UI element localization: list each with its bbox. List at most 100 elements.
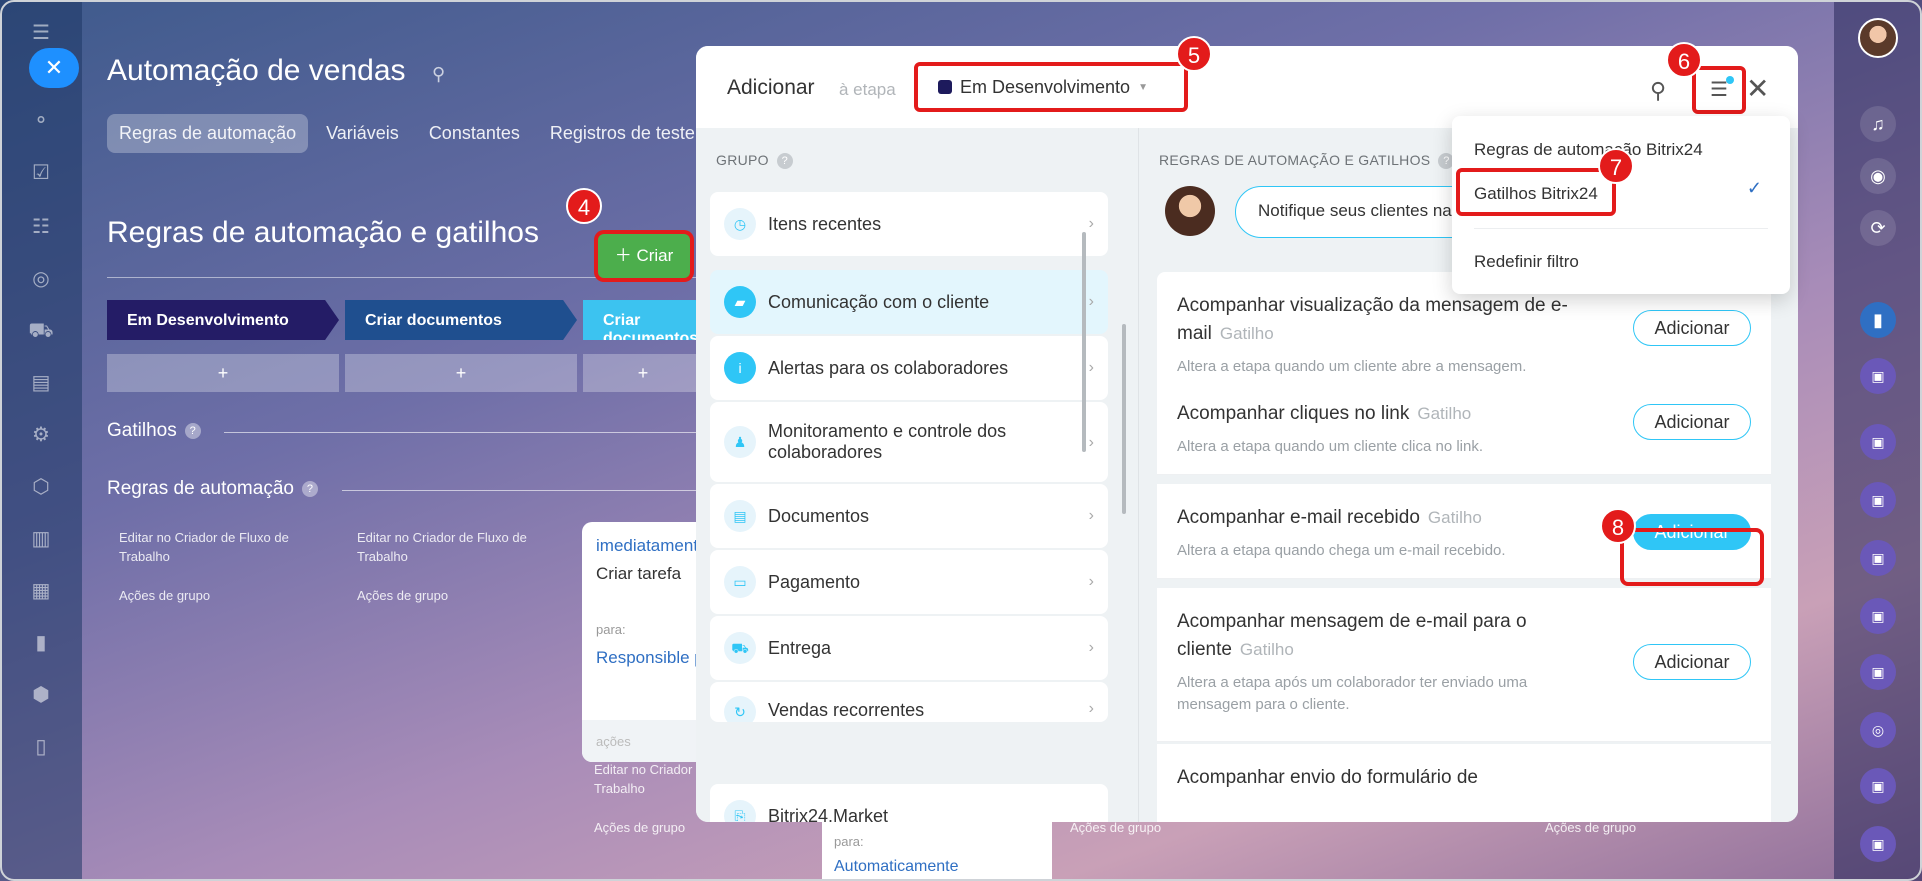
contact-icon[interactable]: ▣: [1860, 358, 1896, 394]
assistant-avatar: [1165, 186, 1215, 236]
stage-create-documents-2[interactable]: Criar documentos: [583, 300, 703, 340]
tab-test-logs[interactable]: Registros de teste: [538, 114, 707, 153]
group-item-recurring[interactable]: ↻ Vendas recorrentes ›: [710, 682, 1108, 722]
group-item-market[interactable]: ⎘ Bitrix24.Market: [710, 784, 1108, 822]
search-icon[interactable]: ⚲: [1650, 78, 1666, 104]
tab-constants[interactable]: Constantes: [417, 114, 532, 153]
card-icon[interactable]: ▤: [28, 370, 54, 396]
crm-icon[interactable]: ☷: [28, 214, 54, 240]
box-icon[interactable]: ⬡: [28, 474, 54, 500]
group-item-label: Documentos: [768, 505, 870, 526]
trigger-description: Altera a etapa quando chega um e-mail re…: [1177, 542, 1506, 559]
group-item-documents[interactable]: ▤ Documentos ›: [710, 484, 1108, 548]
user-avatar[interactable]: [1858, 18, 1898, 58]
chevron-right-icon: ›: [1088, 573, 1094, 590]
group-item-communication[interactable]: ▰ Comunicação com o cliente ›: [710, 270, 1108, 334]
trigger-name: Acompanhar visualização da mensagem de e…: [1177, 292, 1607, 348]
clock-icon: ◷: [724, 208, 756, 240]
trigger-name-text: Acompanhar cliques no link: [1177, 403, 1410, 424]
info-icon: i: [724, 352, 756, 384]
contact-icon[interactable]: ▣: [1860, 598, 1896, 634]
close-icon[interactable]: ✕: [1746, 72, 1769, 105]
chart-icon[interactable]: ▮: [28, 630, 54, 656]
help-icon[interactable]: ?: [301, 480, 318, 497]
group-actions-link[interactable]: Ações de grupo: [357, 586, 448, 605]
sync-contact-icon[interactable]: ◎: [1860, 712, 1896, 748]
step-badge-6: 6: [1666, 42, 1702, 78]
close-slider-button[interactable]: ✕: [29, 48, 79, 88]
scrollbar[interactable]: [1122, 324, 1126, 514]
group-column: GRUPO? ◷ Itens recentes › ▰ Comunicação com…: [696, 128, 1138, 822]
group-item-recent[interactable]: ◷ Itens recentes ›: [710, 192, 1108, 256]
create-button[interactable]: ＋ Criar: [598, 234, 690, 278]
rule-auto-link[interactable]: Automaticamente: [834, 858, 959, 876]
file-icon[interactable]: ▯: [28, 734, 54, 760]
help-icon[interactable]: ?: [776, 153, 793, 170]
group-actions-link[interactable]: Ações de grupo: [594, 818, 685, 837]
tasks-icon[interactable]: ☑: [28, 160, 54, 186]
radar-icon[interactable]: ◉: [1860, 158, 1896, 194]
chevron-right-icon: ›: [1088, 700, 1094, 717]
right-sidebar: ♫ ◉ ⟳ ▮ ▣ ▣ ▣ ▣ ▣ ▣ ◎ ▣ ▣: [1834, 0, 1922, 881]
add-button[interactable]: Adicionar: [1633, 310, 1751, 346]
market-icon: ⎘: [724, 800, 756, 822]
group-item-monitoring[interactable]: ♟ Monitoramento e controle dos colaborado…: [710, 402, 1108, 482]
group-item-label: Pagamento: [768, 571, 861, 592]
building-icon[interactable]: ▥: [28, 526, 54, 552]
stage-in-development[interactable]: Em Desenvolvimento: [107, 300, 339, 340]
trigger-card[interactable]: Acompanhar cliques no link Gatilho Altera…: [1157, 380, 1771, 475]
filter-item-triggers[interactable]: Gatilhos Bitrix24: [1474, 184, 1598, 204]
target-icon[interactable]: ◎: [28, 266, 54, 292]
rule-card[interactable]: para: Automaticamente: [822, 820, 1052, 881]
group-item-payment[interactable]: ▭ Pagamento ›: [710, 550, 1108, 614]
trigger-card[interactable]: Acompanhar mensagem de e-mail para o cli…: [1157, 588, 1771, 742]
page-title: Automação de vendas: [107, 54, 406, 87]
robot-icon[interactable]: ⚙: [28, 422, 54, 448]
pin-icon[interactable]: ⚲: [432, 64, 445, 85]
settings-icon[interactable]: ⬢: [28, 682, 54, 708]
contact-icon[interactable]: ▣: [1860, 424, 1896, 460]
add-trigger-box[interactable]: +: [345, 354, 577, 392]
stage-selector-inner[interactable]: Em Desenvolvimento ▼: [928, 72, 1162, 102]
contact-icon[interactable]: ▣: [1860, 540, 1896, 576]
calendar-icon[interactable]: ▦: [28, 578, 54, 604]
edit-flow-link[interactable]: Editar no Criador de Fluxo de Trabalho: [357, 528, 557, 566]
add-trigger-box[interactable]: +: [107, 354, 339, 392]
rule-timing-link[interactable]: imediatamente: [596, 536, 708, 556]
trigger-kind: Gatilho: [1417, 404, 1472, 423]
contact-icon[interactable]: ▣: [1860, 768, 1896, 804]
group-item-delivery[interactable]: ⛟ Entrega ›: [710, 616, 1108, 680]
stage-create-documents[interactable]: Criar documentos: [345, 300, 577, 340]
filter-button[interactable]: ☰: [1692, 66, 1746, 114]
highlight-frame: [1620, 528, 1764, 586]
bookmark-icon[interactable]: ▮: [1860, 302, 1896, 338]
chevron-right-icon: ›: [1088, 639, 1094, 656]
help-icon[interactable]: ?: [184, 422, 201, 439]
group-item-alerts[interactable]: i Alertas para os colaboradores ›: [710, 336, 1108, 400]
group-item-label: Monitoramento e controle dos colaborador…: [768, 421, 1007, 462]
filter-item-rules[interactable]: Regras de automação Bitrix24: [1474, 140, 1703, 160]
trigger-kind: Gatilho: [1219, 324, 1274, 343]
bell-icon[interactable]: ♫: [1860, 106, 1896, 142]
connections-icon[interactable]: ⚬: [28, 108, 54, 134]
tab-variables[interactable]: Variáveis: [314, 114, 411, 153]
group-actions-link[interactable]: Ações de grupo: [119, 586, 210, 605]
stage-selector[interactable]: Em Desenvolvimento ▼: [914, 62, 1188, 112]
filter-item-reset[interactable]: Redefinir filtro: [1474, 252, 1579, 272]
divider: [342, 490, 704, 491]
tab-automation-rules[interactable]: Regras de automação: [107, 114, 309, 153]
edit-flow-link[interactable]: Editar no Criador de Fluxo de Trabalho: [119, 528, 319, 566]
menu-icon[interactable]: ☰: [28, 20, 54, 46]
cart-icon[interactable]: ⛟: [28, 318, 54, 344]
contact-icon[interactable]: ▣: [1860, 482, 1896, 518]
trigger-card[interactable]: Acompanhar envio do formulário de: [1157, 744, 1771, 822]
contact-icon[interactable]: ▣: [1860, 826, 1896, 862]
scrollbar[interactable]: [1082, 232, 1086, 452]
sync-icon[interactable]: ⟳: [1860, 210, 1896, 246]
contact-icon[interactable]: ▣: [1860, 654, 1896, 690]
check-icon: ✓: [1746, 178, 1762, 198]
trigger-name: Acompanhar envio do formulário de: [1177, 767, 1479, 788]
add-trigger-box[interactable]: +: [583, 354, 703, 392]
add-button[interactable]: Adicionar: [1633, 644, 1751, 680]
add-button[interactable]: Adicionar: [1633, 404, 1751, 440]
